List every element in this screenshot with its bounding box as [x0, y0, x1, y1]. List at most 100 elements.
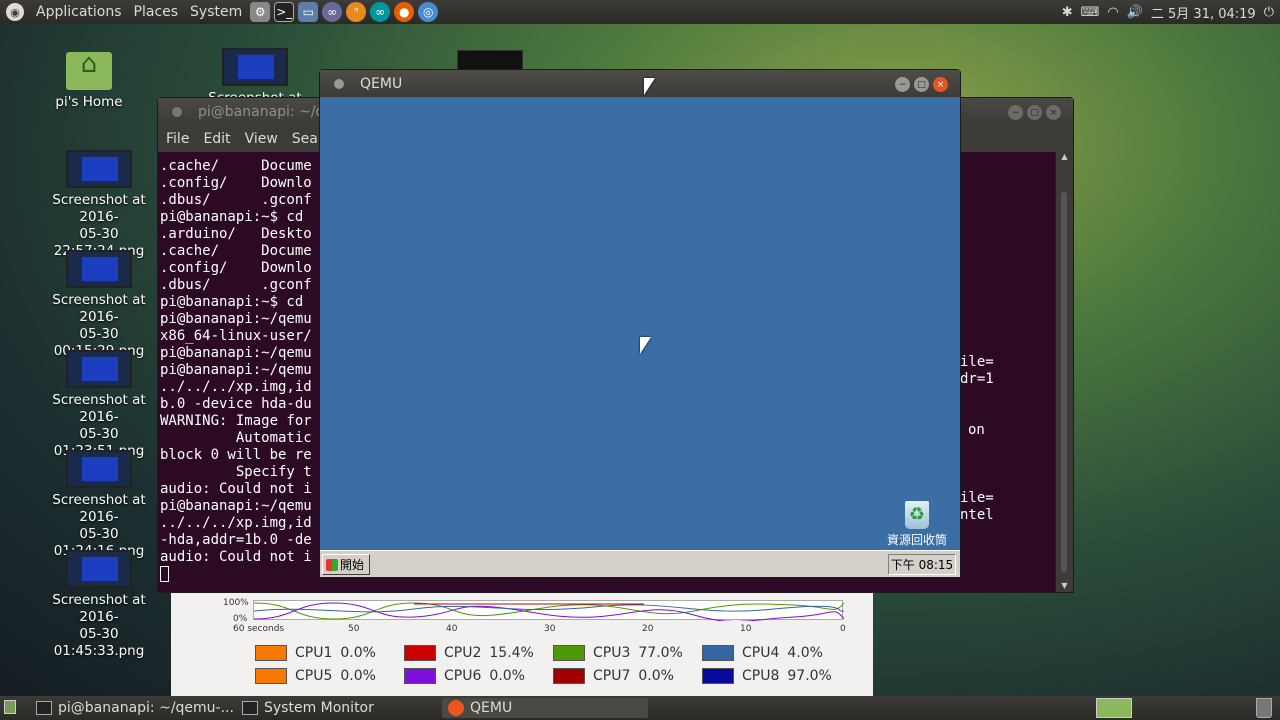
cpu2-label: CPU2 — [444, 645, 482, 661]
qemu-window: QEMU − □ × ♻ 資源回收筒 開始 下午 08:15 — [319, 69, 961, 578]
cpu4-color-swatch[interactable] — [702, 645, 734, 661]
terminal-launcher-icon[interactable]: >_ — [274, 2, 295, 22]
firefox-icon[interactable]: ● — [394, 2, 415, 22]
chart-y-bottom-label: 0% — [233, 614, 248, 624]
terminal-title: pi@bananapi: ~/q — [198, 104, 325, 120]
cpu2-color-swatch[interactable] — [404, 645, 436, 661]
cpu3-legend[interactable]: CPU3 77.0% — [553, 645, 683, 661]
desktop-icon-label: Screenshot at 2016- — [52, 392, 146, 425]
workspace-switcher[interactable] — [1096, 698, 1132, 718]
minimize-button[interactable]: − — [1008, 105, 1023, 120]
bluetooth-icon[interactable]: ✱ — [1062, 5, 1073, 20]
ubuntu-logo-icon[interactable]: ◉ — [6, 3, 24, 21]
guest-desktop[interactable]: ♻ 資源回收筒 — [320, 97, 960, 550]
taskbar-item-terminal[interactable]: pi@bananapi: ~/qemu-... — [30, 698, 236, 718]
trash-icon[interactable] — [1256, 698, 1272, 718]
desktop-screenshot-4[interactable]: Screenshot at 2016- 05-30 01:24:16.png — [34, 450, 164, 560]
arduino-icon[interactable]: ∞ — [370, 2, 391, 22]
recycle-bin[interactable]: ♻ 資源回收筒 — [882, 501, 952, 548]
cpu6-color-swatch[interactable] — [404, 668, 436, 684]
desktop-icon-label: Screenshot at 2016- — [52, 492, 146, 525]
cpu-history-lines — [253, 602, 845, 622]
x-tick: 30 — [544, 624, 556, 634]
window-menu-icon[interactable] — [172, 107, 182, 117]
x-tick: 60 seconds — [233, 624, 285, 634]
cpu1-color-swatch[interactable] — [255, 645, 287, 661]
guest-start-button[interactable]: 開始 — [322, 554, 370, 575]
cpu6-value: 0.0% — [489, 668, 525, 684]
desktop-screenshot-2[interactable]: Screenshot at 2016- 05-30 00:15:29.png — [34, 250, 164, 360]
network-manager-icon[interactable]: ▭ — [298, 2, 319, 22]
qemu-titlebar[interactable]: QEMU − □ × — [320, 70, 960, 97]
maximize-button[interactable]: □ — [1027, 105, 1042, 120]
gnome-tool-icon[interactable]: ∞ — [322, 2, 343, 22]
menu-search[interactable]: Sea — [292, 131, 318, 147]
qemu-icon — [448, 700, 464, 716]
cpu8-color-swatch[interactable] — [702, 668, 734, 684]
taskbar-item-qemu[interactable]: QEMU — [442, 698, 648, 718]
window-controls: − □ × — [895, 77, 948, 92]
power-icon[interactable]: ⏻ — [1264, 5, 1274, 20]
cpu8-legend[interactable]: CPU8 97.0% — [702, 668, 832, 684]
screenshot-thumbnail-icon — [66, 550, 132, 588]
cpu7-value: 0.0% — [638, 668, 674, 684]
taskbar-item-system-monitor[interactable]: System Monitor — [236, 698, 442, 718]
menu-edit[interactable]: Edit — [203, 131, 230, 147]
menu-places[interactable]: Places — [128, 4, 185, 20]
close-button[interactable]: × — [933, 77, 948, 92]
cpu8-label: CPU8 — [742, 668, 780, 684]
scratch-cat-icon[interactable]: ᐢ — [346, 2, 367, 22]
cpu6-legend[interactable]: CPU6 0.0% — [404, 668, 525, 684]
bottom-panel: pi@bananapi: ~/qemu-... System Monitor Q… — [0, 696, 1280, 720]
wifi-icon[interactable]: ◠ — [1107, 5, 1118, 20]
minimize-button[interactable]: − — [895, 77, 910, 92]
volume-icon[interactable]: 🔊 — [1127, 5, 1143, 20]
cpu1-legend[interactable]: CPU1 0.0% — [255, 645, 376, 661]
start-label: 開始 — [340, 558, 365, 572]
terminal-right-fragment: ntel — [960, 507, 994, 523]
cpu3-value: 77.0% — [638, 645, 683, 661]
chromium-icon[interactable]: ◎ — [418, 2, 439, 22]
window-menu-icon[interactable] — [334, 79, 344, 89]
desktop-icon-label: Screenshot at 2016- — [52, 592, 146, 625]
screenshot-thumbnail-icon — [66, 350, 132, 388]
clock[interactable]: 二 5月 31, 04:19 — [1151, 3, 1256, 22]
scroll-down-arrow-icon[interactable]: ▼ — [1056, 581, 1073, 590]
scroll-up-arrow-icon[interactable]: ▲ — [1056, 152, 1073, 161]
close-button[interactable]: × — [1046, 105, 1061, 120]
menu-file[interactable]: File — [166, 131, 189, 147]
desktop-screenshot-3[interactable]: Screenshot at 2016- 05-30 01:23:51.png — [34, 350, 164, 460]
settings-gear-icon[interactable]: ⚙ — [250, 2, 271, 22]
cpu2-legend[interactable]: CPU2 15.4% — [404, 645, 534, 661]
desktop-screenshot-1[interactable]: Screenshot at 2016- 05-30 22:57:24.png — [34, 150, 164, 260]
maximize-button[interactable]: □ — [914, 77, 929, 92]
cpu5-color-swatch[interactable] — [255, 668, 287, 684]
desktop-screenshot-5[interactable]: Screenshot at 2016- 05-30 01:45:33.png — [34, 550, 164, 660]
desktop-home-folder[interactable]: pi's Home — [24, 52, 154, 111]
terminal-scrollbar[interactable]: ▲ ▼ — [1055, 152, 1073, 592]
x-tick: 20 — [642, 624, 654, 634]
menu-view[interactable]: View — [245, 131, 278, 147]
show-desktop-icon[interactable] — [4, 700, 16, 714]
cpu1-value: 0.0% — [340, 645, 376, 661]
screenshot-thumbnail-icon — [66, 450, 132, 488]
cpu5-legend[interactable]: CPU5 0.0% — [255, 668, 376, 684]
keyboard-icon[interactable]: ⌨ — [1081, 5, 1100, 20]
cpu4-legend[interactable]: CPU4 4.0% — [702, 645, 823, 661]
scroll-thumb[interactable] — [1061, 192, 1067, 572]
desktop-dark-thumbnail[interactable] — [457, 50, 523, 70]
cpu7-color-swatch[interactable] — [553, 668, 585, 684]
cpu7-legend[interactable]: CPU7 0.0% — [553, 668, 674, 684]
task-label: QEMU — [470, 700, 513, 716]
x-tick: 40 — [446, 624, 458, 634]
screenshot-thumbnail-icon — [66, 250, 132, 288]
cpu6-label: CPU6 — [444, 668, 482, 684]
menu-system[interactable]: System — [184, 4, 248, 20]
screenshot-thumbnail-icon — [222, 48, 288, 86]
guest-clock[interactable]: 下午 08:15 — [888, 554, 956, 575]
desktop-icon-label: Screenshot at 2016- — [52, 192, 146, 225]
menu-applications[interactable]: Applications — [30, 4, 128, 20]
cpu3-color-swatch[interactable] — [553, 645, 585, 661]
terminal-right-fragment: ile= — [960, 354, 994, 370]
x-tick: 50 — [348, 624, 360, 634]
